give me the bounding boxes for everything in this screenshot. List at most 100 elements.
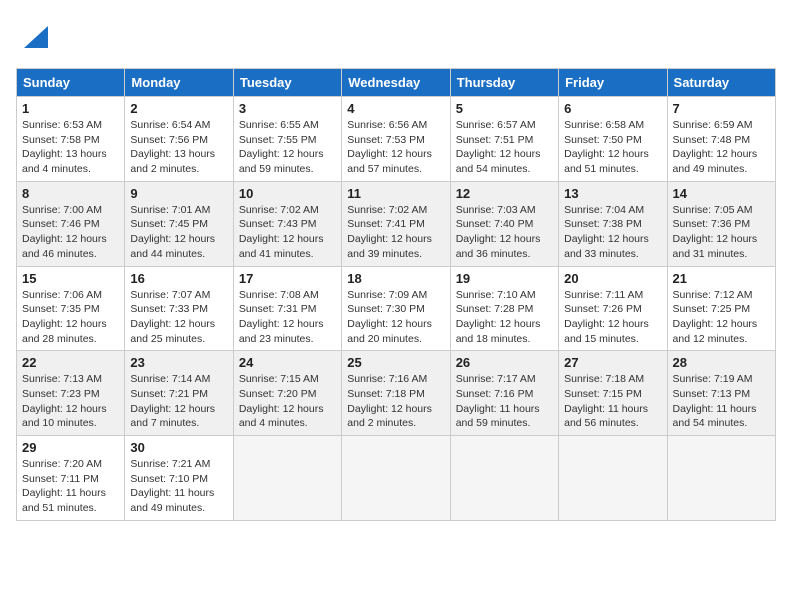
day-number: 21 bbox=[673, 271, 770, 286]
calendar-cell: 28 Sunrise: 7:19 AMSunset: 7:13 PMDayligh… bbox=[667, 351, 775, 436]
day-number: 10 bbox=[239, 186, 336, 201]
day-info: Sunrise: 7:02 AMSunset: 7:41 PMDaylight:… bbox=[347, 203, 444, 262]
day-info: Sunrise: 7:03 AMSunset: 7:40 PMDaylight:… bbox=[456, 203, 553, 262]
day-info: Sunrise: 7:15 AMSunset: 7:20 PMDaylight:… bbox=[239, 372, 336, 431]
calendar-cell: 29 Sunrise: 7:20 AMSunset: 7:11 PMDayligh… bbox=[17, 436, 125, 521]
day-number: 5 bbox=[456, 101, 553, 116]
calendar-week-row: 1 Sunrise: 6:53 AMSunset: 7:58 PMDaylight… bbox=[17, 97, 776, 182]
calendar-cell bbox=[667, 436, 775, 521]
page-header bbox=[16, 16, 776, 56]
calendar-week-row: 29 Sunrise: 7:20 AMSunset: 7:11 PMDayligh… bbox=[17, 436, 776, 521]
calendar-cell bbox=[342, 436, 450, 521]
day-number: 3 bbox=[239, 101, 336, 116]
day-info: Sunrise: 7:08 AMSunset: 7:31 PMDaylight:… bbox=[239, 288, 336, 347]
day-info: Sunrise: 6:59 AMSunset: 7:48 PMDaylight:… bbox=[673, 118, 770, 177]
day-number: 22 bbox=[22, 355, 119, 370]
day-info: Sunrise: 7:16 AMSunset: 7:18 PMDaylight:… bbox=[347, 372, 444, 431]
day-info: Sunrise: 6:55 AMSunset: 7:55 PMDaylight:… bbox=[239, 118, 336, 177]
calendar-cell: 21 Sunrise: 7:12 AMSunset: 7:25 PMDayligh… bbox=[667, 266, 775, 351]
header-friday: Friday bbox=[559, 69, 667, 97]
day-info: Sunrise: 7:18 AMSunset: 7:15 PMDaylight:… bbox=[564, 372, 661, 431]
calendar-cell: 13Sunrise: 7:04 AMSunset: 7:38 PMDayligh… bbox=[559, 181, 667, 266]
calendar-cell: 7 Sunrise: 6:59 AMSunset: 7:48 PMDaylight… bbox=[667, 97, 775, 182]
day-number: 25 bbox=[347, 355, 444, 370]
day-number: 15 bbox=[22, 271, 119, 286]
calendar-week-row: 22 Sunrise: 7:13 AMSunset: 7:23 PMDayligh… bbox=[17, 351, 776, 436]
day-number: 6 bbox=[564, 101, 661, 116]
calendar-table: SundayMondayTuesdayWednesdayThursdayFrid… bbox=[16, 68, 776, 521]
calendar-cell: 16 Sunrise: 7:07 AMSunset: 7:33 PMDayligh… bbox=[125, 266, 233, 351]
day-number: 18 bbox=[347, 271, 444, 286]
logo-icon bbox=[16, 16, 56, 56]
day-number: 19 bbox=[456, 271, 553, 286]
day-info: Sunrise: 7:06 AMSunset: 7:35 PMDaylight:… bbox=[22, 288, 119, 347]
day-info: Sunrise: 7:12 AMSunset: 7:25 PMDaylight:… bbox=[673, 288, 770, 347]
calendar-cell: 2Sunrise: 6:54 AMSunset: 7:56 PMDaylight… bbox=[125, 97, 233, 182]
logo bbox=[16, 16, 60, 56]
calendar-cell: 12 Sunrise: 7:03 AMSunset: 7:40 PMDayligh… bbox=[450, 181, 558, 266]
calendar-cell bbox=[450, 436, 558, 521]
day-info: Sunrise: 7:02 AMSunset: 7:43 PMDaylight:… bbox=[239, 203, 336, 262]
header-sunday: Sunday bbox=[17, 69, 125, 97]
calendar-cell bbox=[233, 436, 341, 521]
day-number: 29 bbox=[22, 440, 119, 455]
day-number: 14 bbox=[673, 186, 770, 201]
day-info: Sunrise: 7:09 AMSunset: 7:30 PMDaylight:… bbox=[347, 288, 444, 347]
day-number: 1 bbox=[22, 101, 119, 116]
day-info: Sunrise: 7:21 AMSunset: 7:10 PMDaylight:… bbox=[130, 457, 227, 516]
calendar-cell: 22 Sunrise: 7:13 AMSunset: 7:23 PMDayligh… bbox=[17, 351, 125, 436]
calendar-cell: 18 Sunrise: 7:09 AMSunset: 7:30 PMDayligh… bbox=[342, 266, 450, 351]
day-info: Sunrise: 6:58 AMSunset: 7:50 PMDaylight:… bbox=[564, 118, 661, 177]
day-number: 26 bbox=[456, 355, 553, 370]
day-number: 24 bbox=[239, 355, 336, 370]
day-info: Sunrise: 7:19 AMSunset: 7:13 PMDaylight:… bbox=[673, 372, 770, 431]
day-number: 17 bbox=[239, 271, 336, 286]
day-number: 8 bbox=[22, 186, 119, 201]
day-number: 11 bbox=[347, 186, 444, 201]
calendar-cell: 25 Sunrise: 7:16 AMSunset: 7:18 PMDayligh… bbox=[342, 351, 450, 436]
calendar-week-row: 15 Sunrise: 7:06 AMSunset: 7:35 PMDayligh… bbox=[17, 266, 776, 351]
day-info: Sunrise: 7:17 AMSunset: 7:16 PMDaylight:… bbox=[456, 372, 553, 431]
day-info: Sunrise: 7:01 AMSunset: 7:45 PMDaylight:… bbox=[130, 203, 227, 262]
calendar-cell: 14 Sunrise: 7:05 AMSunset: 7:36 PMDayligh… bbox=[667, 181, 775, 266]
day-number: 27 bbox=[564, 355, 661, 370]
day-number: 4 bbox=[347, 101, 444, 116]
calendar-cell: 30 Sunrise: 7:21 AMSunset: 7:10 PMDayligh… bbox=[125, 436, 233, 521]
calendar-cell: 11 Sunrise: 7:02 AMSunset: 7:41 PMDayligh… bbox=[342, 181, 450, 266]
day-info: Sunrise: 6:56 AMSunset: 7:53 PMDaylight:… bbox=[347, 118, 444, 177]
day-info: Sunrise: 7:10 AMSunset: 7:28 PMDaylight:… bbox=[456, 288, 553, 347]
day-number: 20 bbox=[564, 271, 661, 286]
header-monday: Monday bbox=[125, 69, 233, 97]
calendar-cell: 27 Sunrise: 7:18 AMSunset: 7:15 PMDayligh… bbox=[559, 351, 667, 436]
day-info: Sunrise: 7:20 AMSunset: 7:11 PMDaylight:… bbox=[22, 457, 119, 516]
calendar-cell: 19 Sunrise: 7:10 AMSunset: 7:28 PMDayligh… bbox=[450, 266, 558, 351]
day-number: 7 bbox=[673, 101, 770, 116]
day-number: 13 bbox=[564, 186, 661, 201]
calendar-cell: 23Sunrise: 7:14 AMSunset: 7:21 PMDayligh… bbox=[125, 351, 233, 436]
calendar-cell bbox=[559, 436, 667, 521]
header-tuesday: Tuesday bbox=[233, 69, 341, 97]
calendar-cell: 10 Sunrise: 7:02 AMSunset: 7:43 PMDayligh… bbox=[233, 181, 341, 266]
header-thursday: Thursday bbox=[450, 69, 558, 97]
day-info: Sunrise: 6:54 AMSunset: 7:56 PMDaylight:… bbox=[130, 118, 227, 177]
calendar-cell: 26 Sunrise: 7:17 AMSunset: 7:16 PMDayligh… bbox=[450, 351, 558, 436]
calendar-cell: 17 Sunrise: 7:08 AMSunset: 7:31 PMDayligh… bbox=[233, 266, 341, 351]
day-number: 9 bbox=[130, 186, 227, 201]
day-info: Sunrise: 6:57 AMSunset: 7:51 PMDaylight:… bbox=[456, 118, 553, 177]
calendar-cell: 15 Sunrise: 7:06 AMSunset: 7:35 PMDayligh… bbox=[17, 266, 125, 351]
calendar-cell: 6 Sunrise: 6:58 AMSunset: 7:50 PMDaylight… bbox=[559, 97, 667, 182]
day-number: 16 bbox=[130, 271, 227, 286]
day-number: 28 bbox=[673, 355, 770, 370]
calendar-cell: 5 Sunrise: 6:57 AMSunset: 7:51 PMDaylight… bbox=[450, 97, 558, 182]
day-number: 12 bbox=[456, 186, 553, 201]
day-info: Sunrise: 7:13 AMSunset: 7:23 PMDaylight:… bbox=[22, 372, 119, 431]
day-number: 30 bbox=[130, 440, 227, 455]
day-number: 23 bbox=[130, 355, 227, 370]
calendar-cell: 24 Sunrise: 7:15 AMSunset: 7:20 PMDayligh… bbox=[233, 351, 341, 436]
calendar-cell: 9 Sunrise: 7:01 AMSunset: 7:45 PMDaylight… bbox=[125, 181, 233, 266]
day-info: Sunrise: 6:53 AMSunset: 7:58 PMDaylight:… bbox=[22, 118, 119, 177]
day-info: Sunrise: 7:00 AMSunset: 7:46 PMDaylight:… bbox=[22, 203, 119, 262]
calendar-cell: 1 Sunrise: 6:53 AMSunset: 7:58 PMDaylight… bbox=[17, 97, 125, 182]
day-info: Sunrise: 7:05 AMSunset: 7:36 PMDaylight:… bbox=[673, 203, 770, 262]
day-info: Sunrise: 7:07 AMSunset: 7:33 PMDaylight:… bbox=[130, 288, 227, 347]
